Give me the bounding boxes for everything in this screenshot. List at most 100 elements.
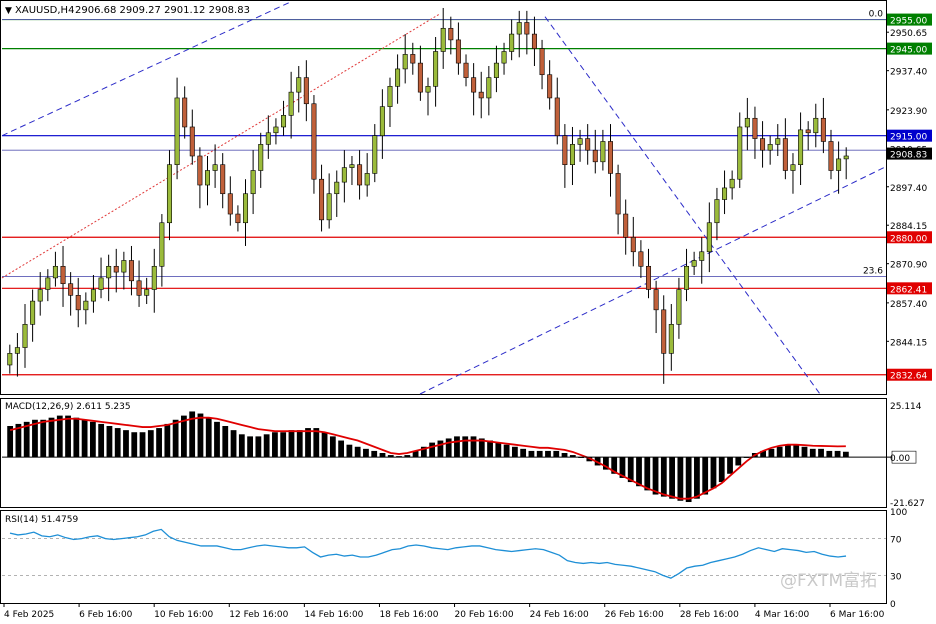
macd-bar — [247, 436, 253, 458]
time-tick-8: 26 Feb 16:00 — [605, 610, 664, 620]
price-tick-5: 2884.15 — [890, 222, 927, 232]
macd-bar — [694, 457, 700, 499]
macd-bar — [379, 453, 386, 458]
price-tag-5: 2862.41 — [887, 282, 932, 295]
time-tick-11: 6 Mar 16:00 — [830, 610, 885, 620]
macd-bar — [727, 457, 733, 474]
macd-bar — [363, 448, 369, 458]
time-tick-6: 20 Feb 16:00 — [455, 610, 514, 620]
macd-bar — [776, 446, 783, 458]
macd-bar — [131, 432, 138, 458]
macd-bar — [454, 436, 460, 458]
macd-bar — [354, 446, 361, 458]
macd-bar — [272, 432, 278, 458]
macd-bar — [503, 444, 510, 458]
macd-bar — [106, 426, 113, 458]
macd-bar — [511, 446, 518, 458]
macd-bar — [561, 453, 568, 458]
price-tag-4: 2880.00 — [887, 231, 932, 244]
macd-bar — [156, 428, 162, 458]
macd-bar — [553, 450, 560, 458]
macd-bar — [702, 457, 709, 495]
macd-bar — [785, 444, 791, 458]
time-axis: 4 Feb 2025 6 Feb 16:00 10 Feb 16:00 12 Feb … — [3, 603, 885, 620]
macd-bar — [487, 440, 493, 458]
price-tick-7: 2857.40 — [890, 300, 927, 310]
macd-bar — [164, 423, 171, 458]
svg-text:2945.00: 2945.00 — [890, 46, 927, 56]
price-tick-0: 2950.65 — [890, 29, 927, 39]
macd-bar — [7, 426, 14, 458]
header-arrow-icon[interactable]: ▼ — [5, 6, 12, 16]
svg-text:2955.00: 2955.00 — [890, 17, 927, 27]
macd-bar — [735, 457, 742, 466]
macd-bar — [65, 415, 71, 458]
macd-bar — [371, 450, 378, 458]
macd-bar — [437, 440, 444, 458]
macd-bar — [172, 419, 179, 458]
fib-label-0: 0.0 — [869, 10, 884, 20]
price-tag-0: 2955.00 — [887, 13, 932, 27]
price-tick-1: 2937.40 — [890, 68, 927, 78]
macd-bar — [321, 432, 328, 458]
macd-bar — [520, 448, 527, 458]
macd-bar — [346, 444, 353, 458]
macd-title: MACD(12,26,9) 2.611 5.235 — [5, 402, 131, 412]
macd-bar — [685, 457, 692, 503]
macd-bar — [238, 434, 245, 458]
macd-bar — [255, 436, 262, 458]
macd-bar — [139, 432, 146, 458]
macd-bar — [470, 436, 477, 458]
time-tick-0: 4 Feb 2025 — [4, 610, 54, 620]
macd-bar — [669, 457, 675, 499]
price-tag-6: 2832.64 — [887, 368, 932, 382]
svg-text:2862.41: 2862.41 — [890, 285, 927, 295]
macd-bar — [338, 440, 345, 458]
rsi-tick-2: 30 — [890, 572, 902, 582]
macd-bar — [197, 413, 204, 458]
macd-bar — [636, 457, 642, 487]
time-tick-1: 6 Feb 16:00 — [79, 610, 133, 620]
macd-bar — [834, 450, 841, 458]
macd-bar — [205, 417, 212, 458]
macd-bar — [222, 426, 229, 458]
price-tick-4: 2897.40 — [890, 184, 927, 194]
rsi-tick-3: 0 — [890, 600, 896, 610]
macd-bar — [495, 442, 502, 458]
macd-bar — [429, 442, 436, 458]
macd-tick-0: 25.114 — [890, 402, 922, 412]
price-tick-6: 2870.90 — [890, 261, 927, 271]
header-ohlc: 2906.68 2909.27 2901.12 2908.83 — [75, 5, 250, 16]
time-tick-10: 4 Mar 16:00 — [755, 610, 810, 620]
macd-bar — [288, 430, 295, 458]
rsi-tick-1: 70 — [890, 536, 902, 546]
trading-chart[interactable]: 0.023.6 2950.652937.402923.902910.652897… — [0, 0, 936, 624]
price-axis: 2950.652937.402923.902910.652897.402884.… — [886, 13, 932, 382]
time-tick-5: 18 Feb 16:00 — [379, 610, 438, 620]
price-tag-3: 2908.83 — [887, 147, 932, 161]
macd-bar — [329, 436, 336, 458]
macd-bar — [81, 419, 88, 458]
macd-bar — [214, 421, 220, 458]
fib-label-1: 23.6 — [863, 266, 883, 276]
price-tick-8: 2844.15 — [890, 338, 927, 348]
time-tick-2: 10 Feb 16:00 — [154, 610, 213, 620]
rsi-panel-frame — [0, 510, 887, 604]
macd-bar — [809, 448, 816, 458]
macd-bar — [56, 415, 63, 458]
macd-bar — [313, 428, 320, 458]
macd-bar — [305, 428, 311, 458]
rsi-tick-0: 100 — [890, 508, 907, 518]
candle — [311, 95, 317, 194]
macd-bar — [677, 457, 684, 501]
macd-bar — [768, 448, 775, 458]
macd-bar — [652, 457, 659, 495]
macd-bar — [296, 430, 303, 458]
macd-bar — [710, 457, 717, 489]
macd-bar — [660, 457, 667, 497]
macd-bar — [98, 423, 105, 458]
svg-text:2915.00: 2915.00 — [890, 133, 927, 143]
macd-bar — [718, 457, 725, 483]
macd-bar — [114, 428, 121, 458]
macd-bar — [263, 434, 270, 458]
